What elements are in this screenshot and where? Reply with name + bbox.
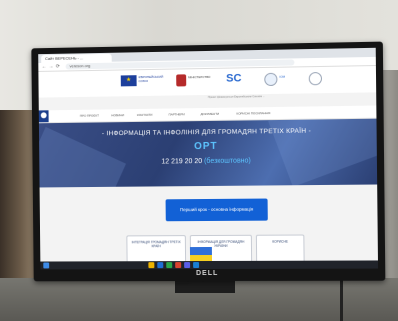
menu-item-contacts[interactable]: КОНТАКТИ [137, 113, 153, 117]
reload-icon[interactable]: ⟳ [55, 64, 61, 70]
eu-stars-icon: ★ [125, 77, 132, 84]
iom-logo-icon [264, 72, 278, 87]
outlook-icon[interactable] [193, 262, 200, 269]
chrome-icon[interactable] [166, 262, 173, 269]
iom-logo-caption: IOM [279, 74, 286, 79]
partner-logos-row: ★ ЄВРОПЕЙСЬКИЙ СОЮЗ МІНІСТЕРСТВО SC IOM [38, 66, 377, 98]
first-step-button[interactable]: Перший крок - основна інформація [165, 198, 268, 222]
hotline-free-note: (безкоштовно) [204, 157, 251, 166]
ministry-logo-caption: МІНІСТЕРСТВО [188, 74, 211, 80]
sc-logo: SC [226, 72, 242, 85]
back-arrow-icon[interactable]: ← [41, 64, 47, 70]
monitor: Сайт ВЕРЕСЕНЬ - ... ← → ⟳ vereson.org ★ … [31, 41, 386, 282]
accessibility-icon [40, 112, 47, 119]
menu-item-news[interactable]: НОВИНИ [111, 113, 124, 117]
monitor-stand [175, 279, 235, 293]
app-icon[interactable] [175, 262, 182, 269]
folder-icon[interactable] [148, 262, 155, 269]
start-icon[interactable] [43, 262, 50, 269]
seal-logo-icon [308, 72, 323, 86]
card-integration[interactable]: ІНТЕГРАЦІЯ ГРОМАДЯН ТРЕТІХ КРАЇН [126, 235, 187, 264]
edge-icon[interactable] [157, 262, 164, 269]
menu-item-documents[interactable]: ДОКУМЕНТИ [200, 112, 219, 116]
monitor-brand-logo: DELL [196, 269, 219, 278]
card-useful[interactable]: КОРИСНЕ [255, 234, 305, 263]
ministry-emblem-icon [176, 74, 187, 87]
os-taskbar [40, 260, 379, 270]
teams-icon[interactable] [184, 262, 191, 269]
menu-item-links[interactable]: КОРИСНІ ПОСИЛАННЯ [236, 111, 270, 115]
eu-logo-caption: ЄВРОПЕЙСЬКИЙ СОЮЗ [138, 74, 164, 83]
funding-disclaimer: Проєкт фінансується Європейським Союзом … [207, 95, 265, 99]
accessibility-button[interactable] [38, 110, 49, 123]
hero-banner: - ІНФОРМАЦІЯ ТА ІНФОЛІНІЯ ДЛЯ ГРОМАДЯН Т… [38, 118, 378, 188]
taskbar-clock [343, 261, 376, 267]
monitor-screen: Сайт ВЕРЕСЕНЬ - ... ← → ⟳ vereson.org ★ … [38, 47, 379, 270]
menu-item-partners[interactable]: ПАРТНЕРИ [169, 112, 185, 116]
menu-item-about[interactable]: ПРО ПРОЄКТ [80, 114, 99, 118]
forward-arrow-icon[interactable]: → [48, 64, 54, 70]
hotline-number-main: 12 219 20 20 [161, 158, 203, 166]
